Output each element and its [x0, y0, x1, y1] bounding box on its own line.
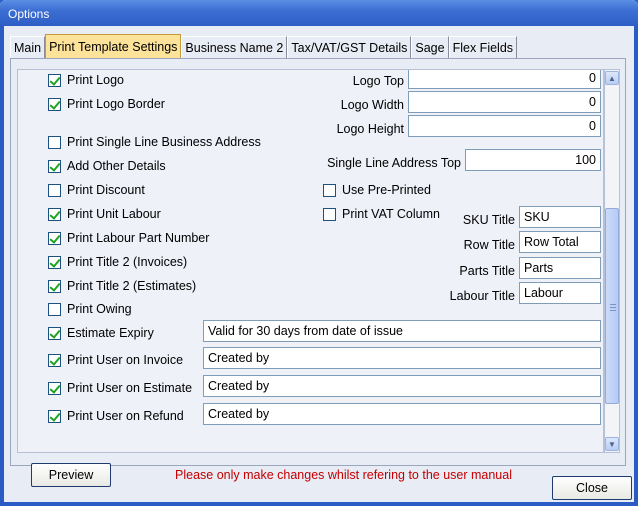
- logo-top-input[interactable]: 0: [408, 70, 601, 89]
- checkbox-label: Print User on Refund: [67, 409, 184, 423]
- print-single-line-address-checkbox[interactable]: Print Single Line Business Address: [48, 134, 261, 150]
- labour-title-input[interactable]: Labour: [519, 282, 601, 304]
- checkbox-box[interactable]: [48, 302, 61, 316]
- logo-width-label: Logo Width: [340, 98, 404, 112]
- parts-title-input[interactable]: Parts: [519, 257, 601, 279]
- estimate-expiry-checkbox[interactable]: Estimate Expiry: [48, 325, 154, 341]
- checkbox-label: Print Title 2 (Estimates): [67, 279, 197, 293]
- checkbox-box[interactable]: [323, 207, 336, 221]
- checkbox-box[interactable]: [48, 381, 61, 395]
- print-owing-checkbox[interactable]: Print Owing: [48, 301, 132, 317]
- print-labour-part-number-checkbox[interactable]: Print Labour Part Number: [48, 230, 209, 246]
- tab-main[interactable]: Main: [10, 36, 46, 58]
- checkbox-label: Print User on Invoice: [67, 353, 184, 367]
- checkbox-label: Print Owing: [67, 302, 132, 316]
- print-user-estimate-checkbox[interactable]: Print User on Estimate: [48, 380, 192, 396]
- user-invoice-input[interactable]: Created by: [203, 347, 601, 369]
- scroll-up-icon[interactable]: ▲: [605, 71, 619, 85]
- checkbox-label: Print VAT Column: [342, 207, 440, 221]
- parts-title-label: Parts Title: [459, 264, 515, 278]
- checkbox-label: Print Labour Part Number: [67, 231, 210, 245]
- print-logo-checkbox[interactable]: Print Logo: [48, 72, 124, 88]
- user-estimate-input[interactable]: Created by: [203, 375, 601, 397]
- checkbox-label: Print User on Estimate: [67, 381, 193, 395]
- scroll-thumb[interactable]: [605, 208, 619, 404]
- checkbox-box[interactable]: [48, 231, 61, 245]
- single-line-address-top-input[interactable]: 100: [465, 149, 601, 171]
- grip-line: [610, 304, 616, 305]
- checkbox-box[interactable]: [48, 353, 61, 367]
- window-frame-right: [634, 26, 638, 506]
- checkbox-label: Print Single Line Business Address: [67, 135, 261, 149]
- tab-tax-vat-gst-details[interactable]: Tax/VAT/GST Details: [287, 36, 412, 58]
- checkbox-box[interactable]: [323, 183, 336, 197]
- print-user-invoice-checkbox[interactable]: Print User on Invoice: [48, 352, 183, 368]
- checkbox-label: Print Title 2 (Invoices): [67, 255, 188, 269]
- warning-text: Please only make changes whilst refering…: [175, 468, 512, 482]
- window-title: Options: [8, 7, 50, 21]
- checkbox-box[interactable]: [48, 279, 61, 293]
- settings-scroll-area: Print Logo Print Logo Border Print Singl…: [17, 69, 604, 453]
- checkbox-box[interactable]: [48, 255, 61, 269]
- preview-button[interactable]: Preview: [31, 463, 111, 487]
- checkbox-box[interactable]: [48, 97, 61, 111]
- logo-width-input[interactable]: 0: [408, 91, 601, 113]
- window-frame-bottom: [0, 502, 638, 506]
- print-logo-border-checkbox[interactable]: Print Logo Border: [48, 96, 165, 112]
- print-unit-labour-checkbox[interactable]: Print Unit Labour: [48, 206, 161, 222]
- checkbox-label: Estimate Expiry: [67, 326, 154, 340]
- print-discount-checkbox[interactable]: Print Discount: [48, 182, 145, 198]
- row-title-label: Row Title: [463, 238, 515, 252]
- options-window: Options Main Print Template Settings Bus…: [0, 0, 638, 506]
- checkbox-label: Add Other Details: [67, 159, 166, 173]
- checkbox-label: Use Pre-Printed: [342, 183, 431, 197]
- sku-title-input[interactable]: SKU: [519, 206, 601, 228]
- logo-height-input[interactable]: 0: [408, 115, 601, 137]
- title-bar[interactable]: Options: [0, 0, 638, 26]
- print-vat-column-checkbox[interactable]: Print VAT Column: [323, 206, 440, 222]
- single-line-address-top-label: Single Line Address Top: [327, 156, 461, 170]
- estimate-expiry-input[interactable]: Valid for 30 days from date of issue: [203, 320, 601, 342]
- row-title-input[interactable]: Row Total: [519, 231, 601, 253]
- scroll-down-icon[interactable]: ▼: [605, 437, 619, 451]
- checkbox-label: Print Unit Labour: [67, 207, 161, 221]
- user-refund-input[interactable]: Created by: [203, 403, 601, 425]
- checkbox-box[interactable]: [48, 409, 61, 423]
- checkbox-box[interactable]: [48, 326, 61, 340]
- grip-line: [610, 307, 616, 308]
- checkbox-label: Print Logo: [67, 73, 124, 87]
- tab-print-template-settings[interactable]: Print Template Settings: [45, 34, 182, 58]
- checkbox-box[interactable]: [48, 73, 61, 87]
- tab-sage[interactable]: Sage: [411, 36, 449, 58]
- vertical-scrollbar[interactable]: ▲ ▼: [604, 69, 620, 453]
- logo-top-label: Logo Top: [352, 74, 404, 88]
- checkbox-box[interactable]: [48, 207, 61, 221]
- tab-flex-fields[interactable]: Flex Fields: [448, 36, 518, 58]
- labour-title-label: Labour Title: [449, 289, 515, 303]
- checkbox-box[interactable]: [48, 135, 61, 149]
- logo-height-label: Logo Height: [336, 122, 404, 136]
- print-title-2-invoices-checkbox[interactable]: Print Title 2 (Invoices): [48, 254, 187, 270]
- print-user-refund-checkbox[interactable]: Print User on Refund: [48, 408, 184, 424]
- checkbox-box[interactable]: [48, 159, 61, 173]
- grip-line: [610, 310, 616, 311]
- checkbox-label: Print Discount: [67, 183, 145, 197]
- tab-business-name-2[interactable]: Business Name 2: [181, 36, 288, 58]
- dialog-client: Main Print Template Settings Business Na…: [4, 26, 634, 502]
- tab-strip: Main Print Template Settings Business Na…: [10, 34, 518, 58]
- checkbox-label: Print Logo Border: [67, 97, 165, 111]
- add-other-details-checkbox[interactable]: Add Other Details: [48, 158, 166, 174]
- use-pre-printed-checkbox[interactable]: Use Pre-Printed: [323, 182, 431, 198]
- tab-panel: Print Logo Print Logo Border Print Singl…: [10, 58, 626, 487]
- print-title-2-estimates-checkbox[interactable]: Print Title 2 (Estimates): [48, 278, 196, 294]
- sku-title-label: SKU Title: [462, 213, 515, 227]
- checkbox-box[interactable]: [48, 183, 61, 197]
- close-button[interactable]: Close: [552, 476, 632, 500]
